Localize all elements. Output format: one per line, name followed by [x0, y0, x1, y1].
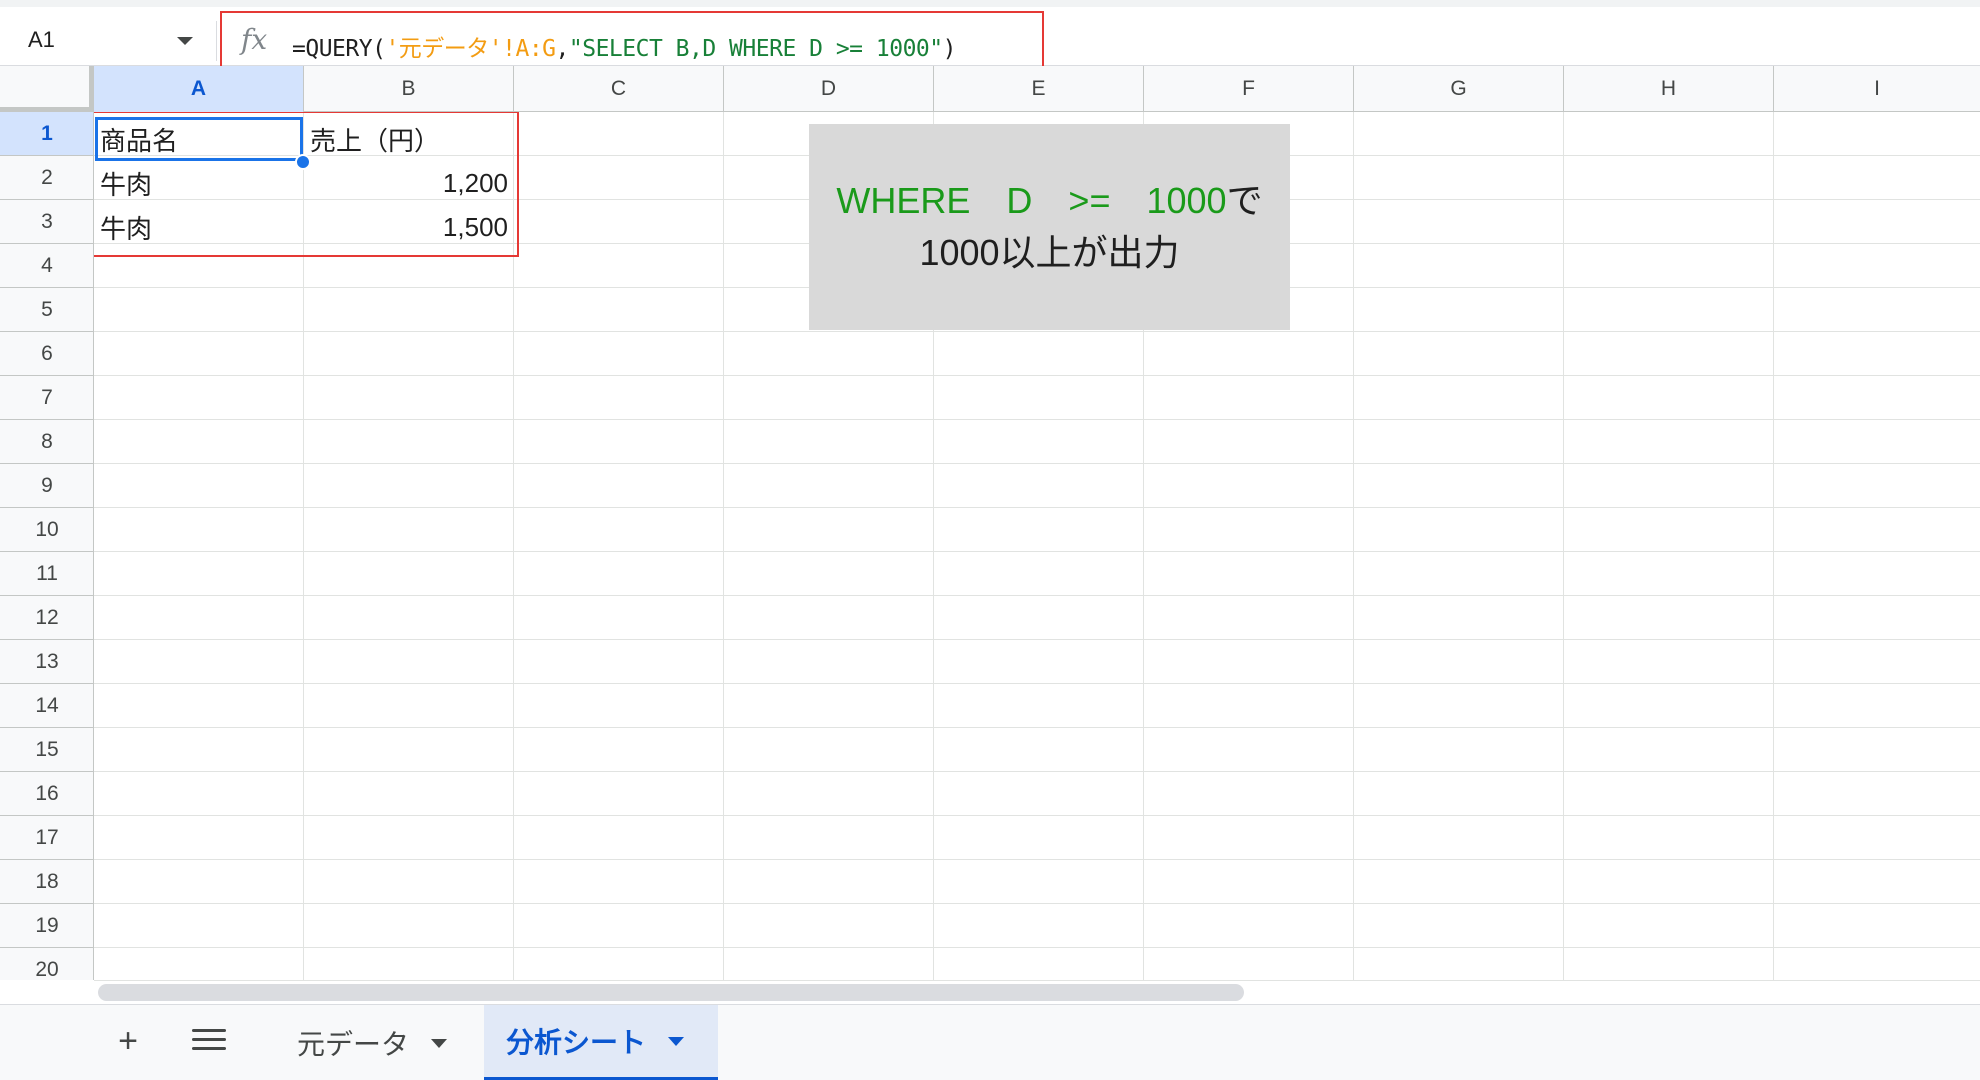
- column-header-row: A B C D E F G H I: [0, 66, 1980, 112]
- callout-line-2: 1000以上が出力: [919, 232, 1180, 273]
- cell-grid[interactable]: 商品名 売上（円） 牛肉 1,200 牛肉 1,500 WHERE D >= 1…: [94, 112, 1980, 980]
- column-header-b[interactable]: B: [304, 66, 514, 112]
- row-header-column: 1 2 3 4 5 6 7 8 9 10 11 12 13 14 15 16 1…: [0, 112, 94, 980]
- name-box-dropdown-icon[interactable]: [177, 37, 193, 45]
- row-header-19[interactable]: 19: [0, 904, 93, 948]
- column-header-a[interactable]: A: [94, 66, 304, 112]
- annotation-callout: WHERE D >= 1000で 1000以上が出力: [809, 124, 1290, 330]
- row-header-10[interactable]: 10: [0, 508, 93, 552]
- scrollbar-thumb[interactable]: [98, 984, 1244, 1001]
- column-header-g[interactable]: G: [1354, 66, 1564, 112]
- column-header-i[interactable]: I: [1774, 66, 1980, 112]
- column-header-h[interactable]: H: [1564, 66, 1774, 112]
- row-header-1[interactable]: 1: [0, 112, 93, 156]
- sheet-tab-label: 元データ: [297, 1029, 410, 1060]
- column-header-d[interactable]: D: [724, 66, 934, 112]
- select-all-corner[interactable]: [0, 66, 94, 112]
- column-header-c[interactable]: C: [514, 66, 724, 112]
- row-header-20[interactable]: 20: [0, 948, 93, 981]
- callout-line-1: WHERE D >= 1000で: [836, 175, 1262, 227]
- chevron-down-icon[interactable]: [431, 1038, 448, 1048]
- name-box[interactable]: A1: [0, 14, 205, 66]
- chevron-down-icon[interactable]: [668, 1036, 685, 1046]
- row-header-14[interactable]: 14: [0, 684, 93, 728]
- callout-condition: WHERE D >= 1000: [836, 180, 1227, 221]
- all-sheets-menu-icon[interactable]: [192, 1023, 226, 1063]
- add-sheet-button[interactable]: +: [108, 1019, 148, 1063]
- row-header-11[interactable]: 11: [0, 552, 93, 596]
- sheet-tab-analysis[interactable]: 分析シート: [484, 1005, 718, 1080]
- row-header-9[interactable]: 9: [0, 464, 93, 508]
- row-header-6[interactable]: 6: [0, 332, 93, 376]
- active-cell-border: [95, 117, 303, 161]
- sheet-tab-bar: + 元データ 分析シート: [0, 1004, 1980, 1080]
- row-header-13[interactable]: 13: [0, 640, 93, 684]
- row-header-16[interactable]: 16: [0, 772, 93, 816]
- formula-part: ,: [555, 36, 570, 62]
- row-header-17[interactable]: 17: [0, 816, 93, 860]
- formula-input[interactable]: =QUERY('元データ'!A:G,"SELECT B,D WHERE D >=…: [292, 29, 956, 63]
- name-box-value: A1: [28, 27, 55, 52]
- formula-part-range: '元データ'!A:G: [385, 36, 556, 62]
- column-header-e[interactable]: E: [934, 66, 1144, 112]
- divider: [216, 21, 217, 61]
- formula-part-query-string: "SELECT B,D WHERE D >= 1000": [568, 36, 943, 62]
- row-header-8[interactable]: 8: [0, 420, 93, 464]
- callout-particle: で: [1226, 180, 1263, 221]
- formula-part: =QUERY(: [292, 36, 386, 62]
- row-header-3[interactable]: 3: [0, 200, 93, 244]
- row-header-2[interactable]: 2: [0, 156, 93, 200]
- row-header-15[interactable]: 15: [0, 728, 93, 772]
- fill-handle[interactable]: [295, 154, 311, 170]
- sheet-tab-source-data[interactable]: 元データ: [275, 1005, 475, 1080]
- fx-icon: fx: [241, 23, 268, 56]
- horizontal-scrollbar[interactable]: [94, 980, 1980, 1004]
- column-header-f[interactable]: F: [1144, 66, 1354, 112]
- row-header-18[interactable]: 18: [0, 860, 93, 904]
- formula-bar: A1 fx =QUERY('元データ'!A:G,"SELECT B,D WHER…: [0, 0, 1980, 69]
- row-header-12[interactable]: 12: [0, 596, 93, 640]
- formula-part: ): [942, 36, 957, 62]
- row-header-5[interactable]: 5: [0, 288, 93, 332]
- sheet-tab-label: 分析シート: [506, 1027, 647, 1058]
- row-header-7[interactable]: 7: [0, 376, 93, 420]
- row-header-4[interactable]: 4: [0, 244, 93, 288]
